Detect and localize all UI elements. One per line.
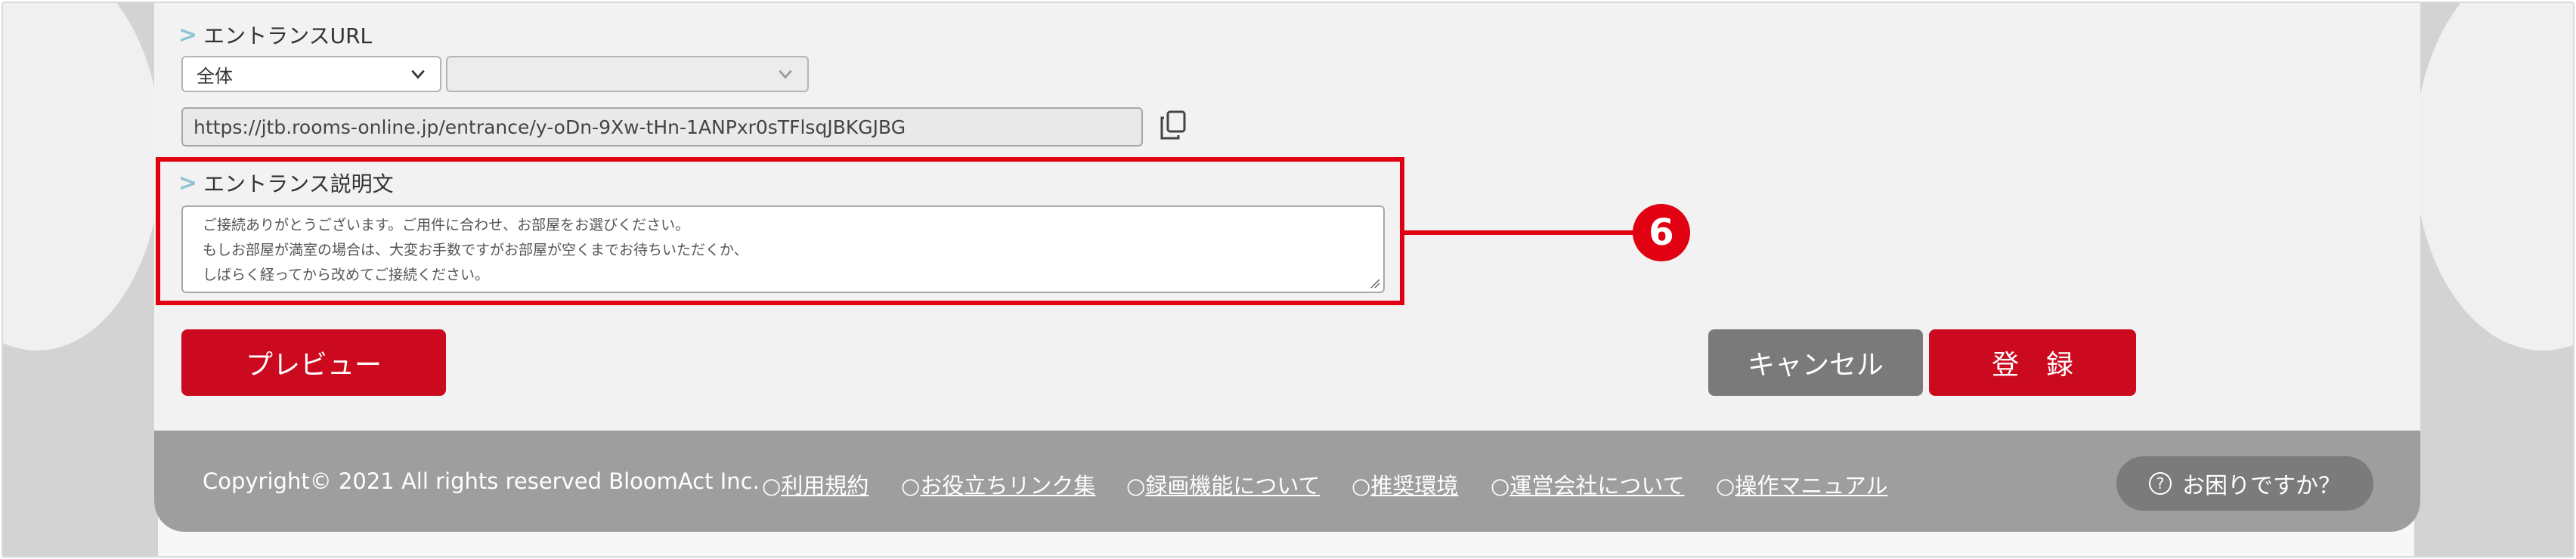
cancel-button[interactable]: キャンセル xyxy=(1708,329,1923,396)
entrance-description-textarea[interactable]: ご接続ありがとうございます。ご用件に合わせ、お部屋をお選びください。 もしお部屋… xyxy=(181,205,1385,293)
footer-link-terms[interactable]: ○利用規約 xyxy=(762,468,868,500)
footer-link-label: 利用規約 xyxy=(781,473,869,499)
footer-link-label: お役立ちリンク集 xyxy=(920,473,1096,499)
question-icon: ? xyxy=(2149,472,2172,495)
help-label: お困りですか？ xyxy=(2182,473,2341,499)
description-line: もしお部屋が満室の場合は、大変お手数ですがお部屋が空くまでお待ちいただくか、 xyxy=(203,242,748,258)
entrance-description-heading: > エントランス説明文 xyxy=(178,168,394,198)
copy-icon[interactable] xyxy=(1160,110,1187,141)
footer-link-label: 運営会社について xyxy=(1509,473,1685,499)
circle-bullet-icon: ○ xyxy=(1351,473,1371,499)
footer-link-recording[interactable]: ○録画機能について xyxy=(1126,468,1320,500)
chevron-down-icon xyxy=(779,69,792,79)
chevron-right-icon: > xyxy=(178,21,198,48)
footer-link-useful-links[interactable]: ○お役立ちリンク集 xyxy=(901,468,1095,500)
copyright-text: Copyright© 2021 All rights reserved Bloo… xyxy=(203,468,760,494)
chevron-down-icon xyxy=(411,69,425,79)
circle-bullet-icon: ○ xyxy=(901,473,921,499)
footer-link-label: 操作マニュアル xyxy=(1735,473,1888,499)
footer: Copyright© 2021 All rights reserved Bloo… xyxy=(154,431,2420,532)
circle-bullet-icon: ○ xyxy=(1126,473,1146,499)
entrance-url-field[interactable]: https://jtb.rooms-online.jp/entrance/y-o… xyxy=(181,107,1143,147)
entrance-url-heading: > エントランスURL xyxy=(178,20,372,50)
description-line: しばらく経ってから改めてご接続ください。 xyxy=(203,267,490,283)
scope-select-value: 全体 xyxy=(197,65,233,87)
room-select[interactable] xyxy=(446,56,809,92)
scope-select[interactable]: 全体 xyxy=(181,56,441,92)
entrance-url-label: エントランスURL xyxy=(203,23,373,48)
entrance-url-value: https://jtb.rooms-online.jp/entrance/y-o… xyxy=(194,116,906,138)
footer-link-label: 推奨環境 xyxy=(1370,473,1459,499)
window-frame: > エントランスURL 全体 https://jtb.rooms-online.… xyxy=(2,2,2574,557)
callout-number-badge: 6 xyxy=(1633,204,1690,261)
callout-line xyxy=(1404,230,1639,235)
circle-bullet-icon: ○ xyxy=(1716,473,1735,499)
footer-link-environment[interactable]: ○推奨環境 xyxy=(1351,468,1458,500)
chevron-right-icon: > xyxy=(178,169,198,196)
resize-grip-icon[interactable] xyxy=(1370,278,1380,289)
register-button[interactable]: 登 録 xyxy=(1929,329,2136,396)
circle-bullet-icon: ○ xyxy=(762,473,782,499)
footer-link-company[interactable]: ○運営会社について xyxy=(1491,468,1684,500)
footer-link-label: 録画機能について xyxy=(1145,473,1321,499)
footer-link-manual[interactable]: ○操作マニュアル xyxy=(1716,468,1887,500)
background-left xyxy=(3,3,162,556)
background-right xyxy=(2414,3,2573,556)
settings-panel: > エントランスURL 全体 https://jtb.rooms-online.… xyxy=(154,3,2420,532)
description-line: ご接続ありがとうございます。ご用件に合わせ、お部屋をお選びください。 xyxy=(203,217,690,233)
entrance-description-label: エントランス説明文 xyxy=(203,171,394,196)
preview-button[interactable]: プレビュー xyxy=(181,329,446,396)
circle-bullet-icon: ○ xyxy=(1491,473,1510,499)
help-button[interactable]: ? お困りですか？ xyxy=(2116,456,2373,511)
